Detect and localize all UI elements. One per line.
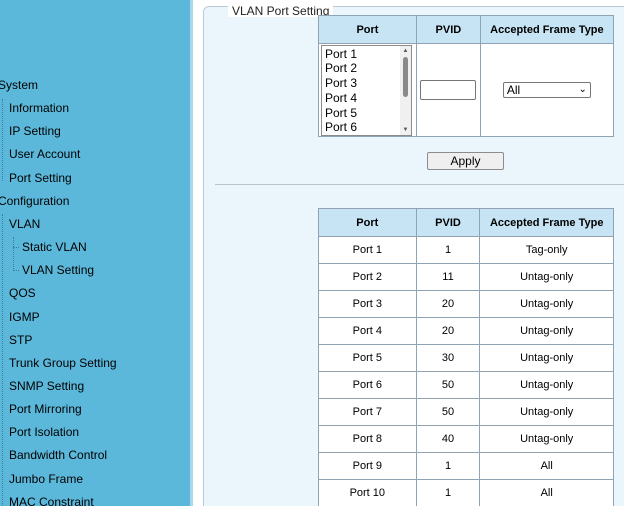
sidebar-item-trunk-group-setting[interactable]: Trunk Group Setting [9, 356, 117, 370]
sidebar-item-information[interactable]: Information [9, 101, 69, 115]
sidebar: System Information IP Setting User Account P… [0, 0, 190, 506]
sidebar-item-system[interactable]: System [0, 78, 38, 92]
tree-guide [13, 247, 19, 248]
sidebar-item-jumbo-frame[interactable]: Jumbo Frame [9, 472, 83, 486]
sidebar-item-bandwidth-control[interactable]: Bandwidth Control [9, 448, 107, 462]
port-cell: Port 1 [318, 236, 417, 264]
apply-button[interactable]: Apply [427, 152, 504, 170]
frame-type-select[interactable]: All ⌄ [502, 82, 591, 98]
sidebar-item-vlan[interactable]: VLAN [9, 217, 40, 231]
sidebar-item-qos[interactable]: QOS [9, 286, 36, 300]
table-row: Port 9 1 All [318, 452, 614, 480]
tree-guide [2, 214, 3, 506]
table-row: Port 10 1 All [318, 479, 614, 506]
pvid-cell: 40 [415, 425, 481, 453]
sidebar-item-vlan-setting[interactable]: VLAN Setting [22, 263, 94, 277]
sidebar-item-port-mirroring[interactable]: Port Mirroring [9, 402, 82, 416]
sidebar-item-mac-constraint[interactable]: MAC Constraint [9, 495, 94, 506]
pvid-cell: 30 [415, 344, 481, 372]
port-cell: Port 8 [318, 425, 417, 453]
column-header-frame-type: Accepted Frame Type [479, 208, 614, 237]
frame-type-cell: Untag-only [479, 344, 614, 372]
frame-type-cell: Untag-only [479, 263, 614, 291]
column-header-pvid: PVID [415, 15, 481, 44]
frame-type-cell: Untag-only [479, 398, 614, 426]
table-row: Port 7 50 Untag-only [318, 398, 614, 426]
frame-type-cell: Untag-only [479, 371, 614, 399]
scroll-thumb[interactable] [403, 56, 408, 97]
tree-guide [13, 270, 19, 271]
sidebar-item-port-setting[interactable]: Port Setting [9, 171, 72, 185]
sidebar-item-snmp-setting[interactable]: SNMP Setting [9, 379, 84, 393]
tree-guide [13, 237, 14, 271]
port-option[interactable]: Port 4 [322, 91, 411, 106]
pvid-cell: 1 [415, 479, 481, 506]
frame-type-cell: Untag-only [479, 425, 614, 453]
table-row: Port 3 20 Untag-only [318, 290, 614, 318]
frame-type-cell: Tag-only [479, 236, 614, 264]
port-cell: Port 7 [318, 398, 417, 426]
frame-type-cell: All ⌄ [479, 43, 615, 137]
column-header-frame-type: Accepted Frame Type [479, 15, 615, 44]
table-row: Port 1 1 Tag-only [318, 236, 614, 264]
frame-type-cell: Untag-only [479, 290, 614, 318]
table-row: Port 8 40 Untag-only [318, 425, 614, 453]
pvid-cell: 50 [415, 398, 481, 426]
port-cell: Port 2 [318, 263, 417, 291]
vlan-port-edit-table: Port PVID Accepted Frame Type Port 1 Por… [318, 15, 615, 137]
chevron-down-icon: ⌄ [578, 84, 587, 95]
table-row: Port 4 20 Untag-only [318, 317, 614, 345]
port-option[interactable]: Port 2 [322, 61, 411, 76]
sidebar-item-port-isolation[interactable]: Port Isolation [9, 425, 79, 439]
port-listbox[interactable]: Port 1 Port 2 Port 3 Port 4 Port 5 Port … [321, 44, 412, 136]
scroll-down-arrow-icon[interactable]: ▼ [400, 125, 411, 135]
pvid-cell: 11 [415, 263, 481, 291]
listbox-scrollbar[interactable]: ▲ ▼ [400, 45, 411, 135]
sidebar-item-ip-setting[interactable]: IP Setting [9, 124, 61, 138]
pvid-cell: 20 [415, 290, 481, 318]
column-header-port: Port [318, 15, 417, 44]
sidebar-item-configuration[interactable]: Configuration [0, 194, 69, 208]
frame-type-cell: All [479, 452, 614, 480]
port-option[interactable]: Port 6 [322, 120, 411, 134]
pvid-input[interactable] [420, 80, 477, 100]
table-row: Port 5 30 Untag-only [318, 344, 614, 372]
sidebar-item-igmp[interactable]: IGMP [9, 310, 40, 324]
port-cell: Port 9 [318, 452, 417, 480]
scroll-up-arrow-icon[interactable]: ▲ [400, 46, 411, 56]
port-cell: Port 3 [318, 290, 417, 318]
sidebar-item-static-vlan[interactable]: Static VLAN [22, 240, 87, 254]
port-option[interactable]: Port 5 [322, 106, 411, 121]
column-header-pvid: PVID [415, 208, 481, 237]
sidebar-item-user-account[interactable]: User Account [9, 147, 80, 161]
table-row: Port 6 50 Untag-only [318, 371, 614, 399]
vlan-port-status-table: Port PVID Accepted Frame Type Port 1 1 Tag… [318, 208, 614, 506]
sidebar-item-stp[interactable]: STP [9, 333, 32, 347]
port-option[interactable]: Port 3 [322, 76, 411, 91]
tree-guide [2, 99, 3, 181]
port-cell: Port 4 [318, 317, 417, 345]
port-cell: Port 10 [318, 479, 417, 506]
pvid-cell: 1 [415, 236, 481, 264]
pvid-cell: 1 [415, 452, 481, 480]
table-row: Port 2 11 Untag-only [318, 263, 614, 291]
frame-type-cell: Untag-only [479, 317, 614, 345]
port-list-cell: Port 1 Port 2 Port 3 Port 4 Port 5 Port … [318, 43, 417, 137]
port-option[interactable]: Port 1 [322, 47, 411, 62]
pvid-input-cell [415, 43, 481, 137]
column-header-port: Port [318, 208, 417, 237]
frame-type-cell: All [479, 479, 614, 506]
port-cell: Port 6 [318, 371, 417, 399]
pvid-cell: 20 [415, 317, 481, 345]
section-divider [215, 184, 624, 185]
main-content: VLAN Port Setting Port PVID Accepted Fra… [193, 0, 624, 506]
pvid-cell: 50 [415, 371, 481, 399]
port-cell: Port 5 [318, 344, 417, 372]
frame-type-selected-value: All [506, 83, 521, 97]
